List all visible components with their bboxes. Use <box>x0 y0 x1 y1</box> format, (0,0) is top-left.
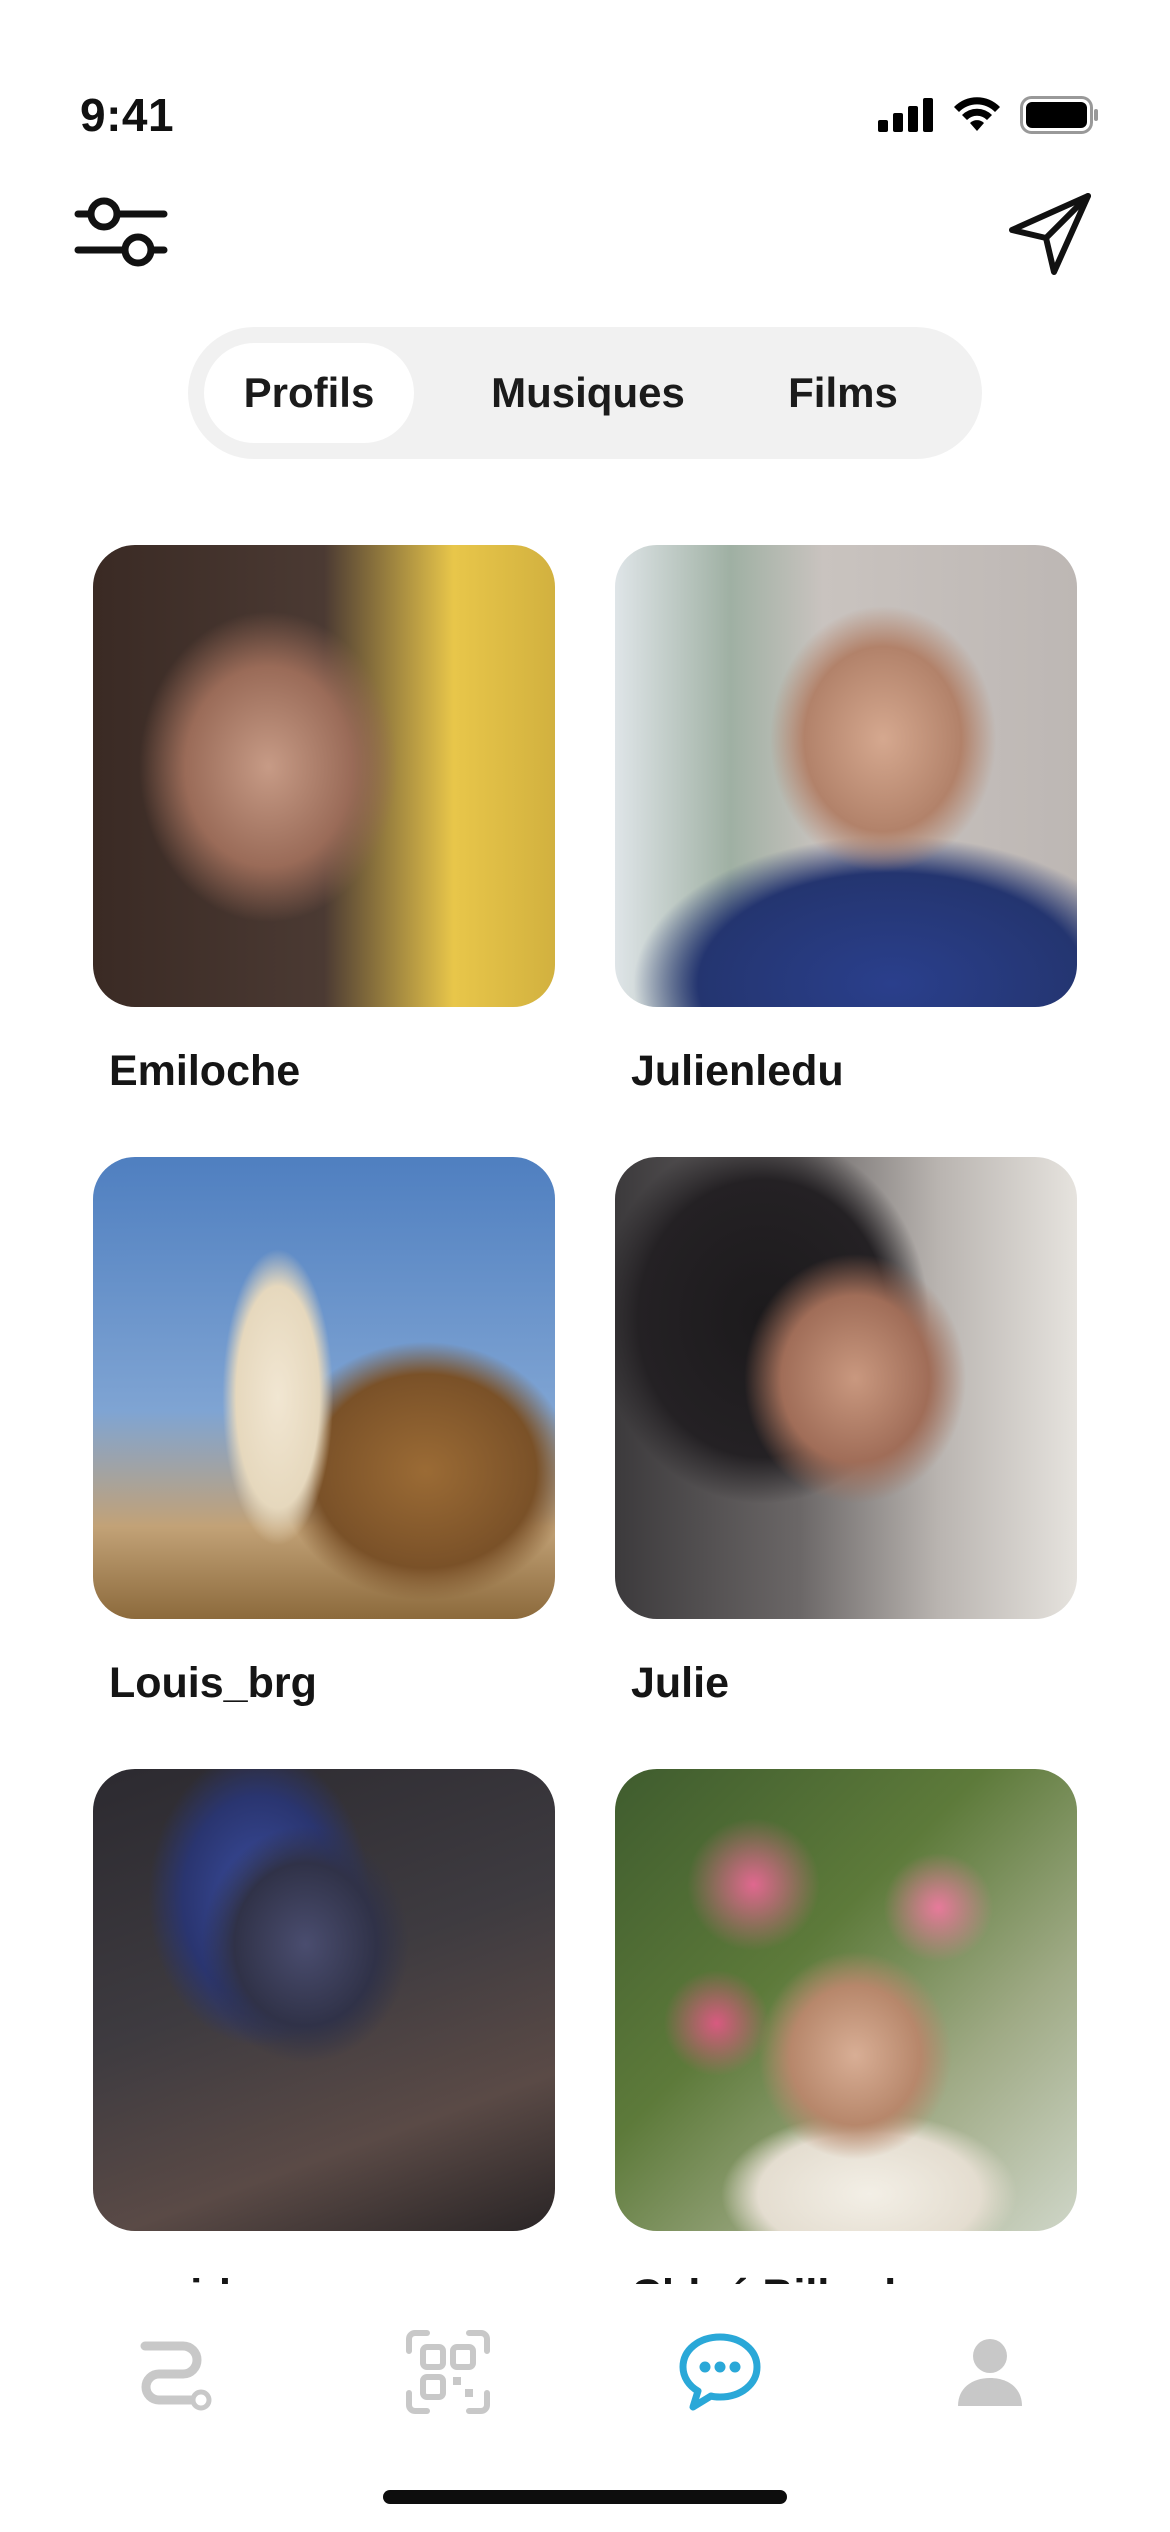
app-screen: 9:41 Profils Musiques Films Emiloche Jul… <box>0 0 1170 2532</box>
route-icon <box>140 2341 212 2411</box>
status-icons <box>878 96 1100 134</box>
tab-profils[interactable]: Profils <box>204 343 414 443</box>
tab-musiques[interactable]: Musiques <box>438 343 738 443</box>
profile-photo[interactable] <box>615 1157 1077 1619</box>
send-button[interactable] <box>1006 190 1094 278</box>
chat-bubble-icon <box>679 2333 761 2411</box>
profile-photo[interactable] <box>93 1769 555 2231</box>
home-indicator <box>383 2490 787 2504</box>
profile-card[interactable]: Emiloche <box>93 545 555 1096</box>
nav-qr[interactable] <box>398 2322 498 2422</box>
profile-card[interactable]: Louis_brg <box>93 1157 555 1708</box>
user-icon <box>958 2339 1022 2406</box>
profile-card[interactable]: Julienledu <box>615 545 1077 1096</box>
nav-profile[interactable] <box>940 2322 1040 2422</box>
wifi-icon <box>954 97 1000 131</box>
profile-card[interactable]: Chloé Billard <box>615 1769 1077 2320</box>
profile-photo[interactable] <box>615 1769 1077 2231</box>
nav-chat[interactable] <box>670 2322 770 2422</box>
profile-name: Julie <box>631 1659 729 1707</box>
send-paper-plane-icon <box>1009 193 1091 275</box>
profile-photo[interactable] <box>615 545 1077 1007</box>
profile-photo[interactable] <box>93 1157 555 1619</box>
tab-films[interactable]: Films <box>748 343 938 443</box>
profile-card[interactable]: Julie <box>615 1157 1077 1708</box>
profile-name: Julienledu <box>631 1047 844 1095</box>
profile-name: Louis_brg <box>109 1659 317 1707</box>
filter-button[interactable] <box>74 192 168 272</box>
nav-route[interactable] <box>125 2322 225 2422</box>
profile-name: Emiloche <box>109 1047 301 1095</box>
content-tabs: Profils Musiques Films <box>188 327 982 459</box>
qr-code-icon <box>406 2330 490 2414</box>
profile-card[interactable]: x_wirko_x <box>93 1769 555 2320</box>
status-time: 9:41 <box>80 89 175 141</box>
profile-photo[interactable] <box>93 545 555 1007</box>
filter-sliders-icon <box>74 197 168 267</box>
signal-icon <box>878 98 933 132</box>
battery-icon <box>1020 96 1098 134</box>
